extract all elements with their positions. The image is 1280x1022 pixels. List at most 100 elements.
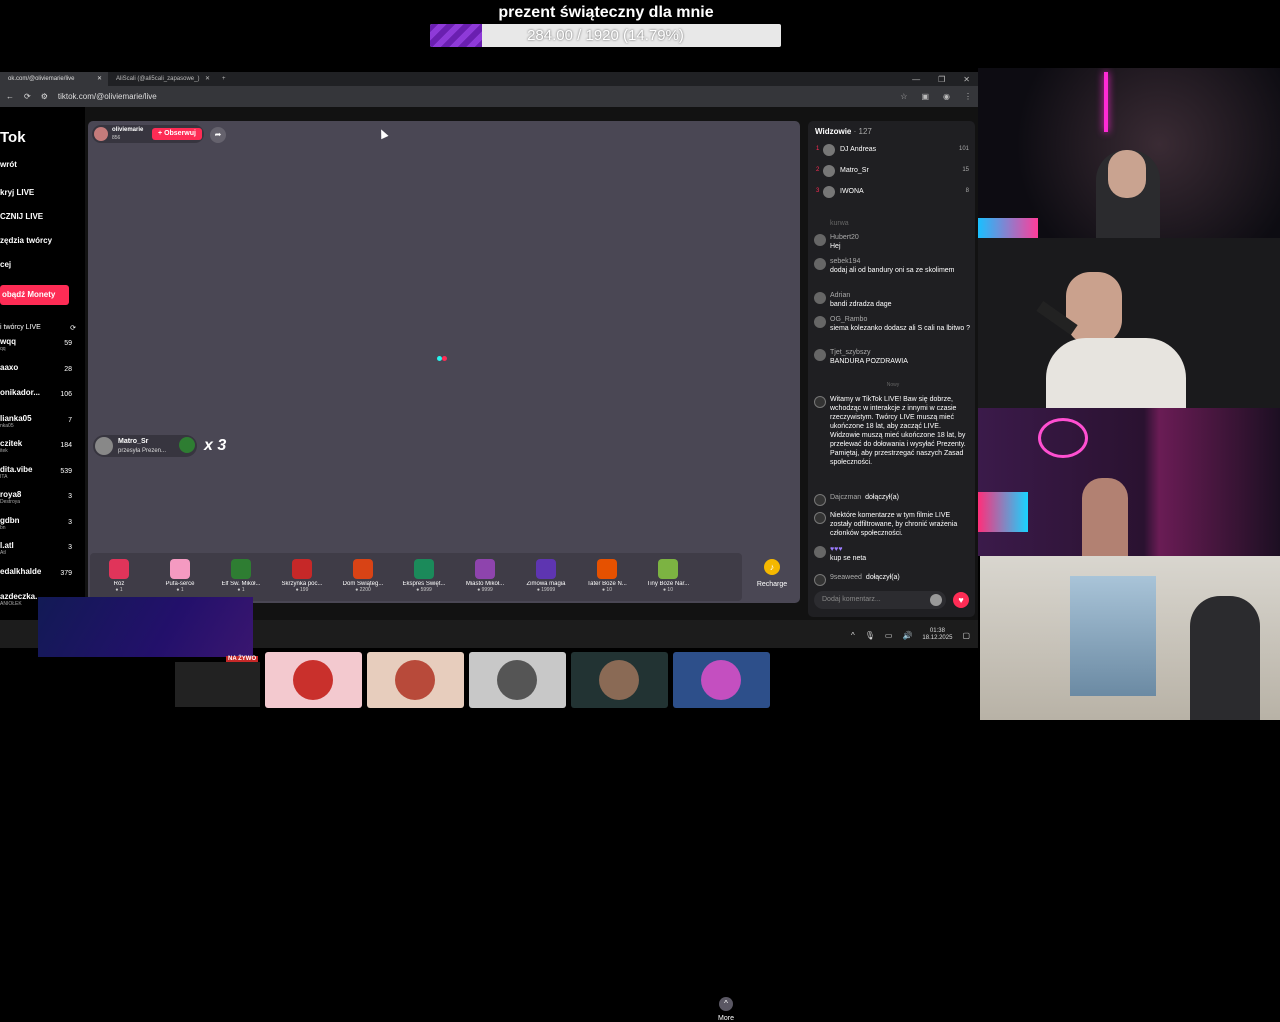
coin-icon: ♪ (764, 559, 780, 575)
creator-item[interactable]: wqq qq 59 (0, 337, 76, 352)
creator-item[interactable]: gdbn bn 3 (0, 516, 76, 531)
nav-discover-live[interactable]: kryj LIVE (0, 188, 34, 197)
gift-sender: Matro_Sr (118, 438, 149, 445)
webcam-3 (978, 408, 1280, 556)
gift-item[interactable]: Miasto Mikoł... ● 9999 (456, 559, 514, 593)
network-icon[interactable]: ▭ (885, 631, 893, 640)
creator-viewer-count: 3 (68, 518, 72, 526)
host-avatar[interactable] (94, 127, 108, 141)
close-window-icon[interactable]: ✕ (963, 75, 970, 84)
creator-item[interactable]: onikador... 106 (0, 388, 76, 398)
creator-item[interactable]: lianka05 nka05 7 (0, 414, 76, 429)
creator-item[interactable]: l.atl Atl 3 (0, 541, 76, 556)
top-viewer-row[interactable]: 2 Matro_Sr 15 (816, 164, 971, 178)
avatar (95, 437, 113, 455)
viewer-score: 101 (958, 146, 969, 152)
heart-icon[interactable]: ♥ (953, 592, 969, 608)
maximize-icon[interactable]: ❐ (938, 75, 945, 84)
viewers-header[interactable]: Widzowie · 127 (815, 127, 872, 136)
webcam-4 (980, 556, 1280, 720)
gift-price: ● 10 (663, 587, 673, 593)
reload-icon[interactable]: ⟳ (24, 92, 31, 101)
gift-item[interactable]: Dom Świąteg... ● 2200 (334, 559, 392, 593)
participant-thumb[interactable] (367, 652, 464, 708)
share-icon[interactable]: ➦ (210, 127, 226, 143)
chevron-up-icon[interactable]: ^ (851, 631, 855, 640)
gift-price-value: 10 (606, 587, 612, 593)
tiktok-logo[interactable]: Tok (0, 129, 26, 146)
recharge-button[interactable]: ♪ Recharge (748, 559, 796, 588)
system-notice: Witamy w TikTok LIVE! Baw się dobrze, wc… (814, 395, 972, 467)
gift-item[interactable]: Skrzynka poc... ● 199 (273, 559, 331, 593)
close-tab-icon[interactable]: ✕ (205, 72, 210, 86)
top-viewer-row[interactable]: 3 IWONA 8 (816, 185, 971, 199)
notifications-icon[interactable]: ▢ (962, 631, 970, 640)
participant-thumb[interactable] (571, 652, 668, 708)
live-video[interactable]: oliviemarie 856 + Obserwuj ➦ Matro_Sr pr… (88, 121, 800, 1022)
profile-icon[interactable]: ◉ (943, 92, 950, 101)
tab-aliscali[interactable]: AliScali (@ali5cali_zapasowe_) ✕ (108, 72, 216, 86)
nav-go-live[interactable]: CZNIJ LIVE (0, 212, 43, 221)
chat-author: Hubert20 (830, 234, 859, 241)
nav-more[interactable]: cej (0, 260, 11, 269)
volume-icon[interactable]: 🔊 (902, 631, 912, 640)
menu-kebab-icon[interactable]: ⋮ (964, 92, 972, 101)
host-card[interactable]: oliviemarie 856 + Obserwuj (92, 125, 204, 143)
site-info-icon[interactable]: ⚙ (41, 92, 48, 101)
chat-message: sebek194 dodaj ali od bandury oni sa ze s… (814, 257, 972, 275)
gift-price: ● 1 (115, 587, 123, 593)
url-input[interactable]: tiktok.com/@oliviemarie/live (58, 92, 890, 101)
join-icon (814, 574, 826, 586)
participant-thumb[interactable] (265, 652, 362, 708)
viewer-score: 8 (965, 188, 969, 194)
participant-thumb[interactable] (673, 652, 770, 708)
gift-text: przesyła Prezen... (118, 448, 167, 454)
creator-item[interactable]: czitek itek 184 (0, 439, 76, 454)
mic-icon[interactable]: 🎙 (865, 631, 875, 640)
gift-item[interactable]: Elf Św. Mikoł... ● 1 (212, 559, 270, 593)
gift-price-value: 9999 (481, 587, 493, 593)
bookmark-star-icon[interactable]: ☆ (900, 92, 907, 101)
extensions-icon[interactable]: ▣ (921, 92, 929, 101)
creator-name: lianka05 (0, 413, 32, 423)
gift-item[interactable]: Ekspres Święt... ● 5999 (395, 559, 453, 593)
viewer-rank: 3 (816, 188, 820, 194)
follow-button[interactable]: + Obserwuj (152, 128, 202, 140)
join-icon (814, 494, 826, 506)
close-tab-icon[interactable]: ✕ (97, 72, 102, 86)
avatar (293, 660, 333, 700)
join-message: 9seaweed dołączył(a) (814, 573, 972, 586)
emoji-icon[interactable] (930, 594, 942, 606)
participant-thumb[interactable] (469, 652, 566, 708)
comment-input[interactable]: Dodaj komentarz... (814, 591, 946, 609)
recharge-label: Recharge (756, 581, 788, 588)
clock[interactable]: 01:38 18.12.2025 (922, 628, 952, 642)
minimize-icon[interactable]: — (912, 75, 920, 84)
gift-item[interactable]: Róż ● 1 (90, 559, 148, 593)
refresh-icon[interactable]: ⟳ (70, 324, 76, 332)
nav-creator-tools[interactable]: zędzia twórcy (0, 236, 52, 245)
top-viewer-row[interactable]: 1 DJ Andreas 101 (816, 143, 971, 157)
tab-tiktok-live[interactable]: ok.com/@oliviemarie/live ✕ (0, 72, 108, 86)
gift-item[interactable]: Pufa-serce ● 1 (151, 559, 209, 593)
creator-item[interactable]: roya8 Destroya 3 (0, 490, 76, 505)
get-coins-button[interactable]: obądź Monety (0, 285, 69, 305)
gift-price-value: 5999 (420, 587, 432, 593)
gift-item[interactable]: Tiny Boże Nar... ● 10 (639, 559, 697, 593)
creator-item[interactable]: edalkhalde 379 (0, 567, 76, 577)
new-tab-icon[interactable]: + (216, 76, 232, 82)
back-icon[interactable]: ← (6, 92, 14, 101)
chat-text: siema kolezanko dodasz ali S cali na lbi… (830, 325, 971, 332)
gift-item[interactable]: Zimowa magia ● 19999 (517, 559, 575, 593)
more-label: More (718, 1015, 734, 1022)
creator-item[interactable]: aaxo 28 (0, 363, 76, 373)
creator-item[interactable]: dita.vibe ITA 539 (0, 465, 76, 480)
more-gifts-button[interactable]: ^ More (710, 997, 742, 1022)
avatar (814, 292, 826, 304)
nav-back[interactable]: wrót (0, 160, 17, 169)
gift-price: ● 19999 (536, 587, 556, 593)
gift-item[interactable]: Tater Boże N... ● 10 (578, 559, 636, 593)
gift-icon (231, 559, 251, 579)
gift-icon (414, 559, 434, 579)
creator-viewer-count: 184 (60, 442, 72, 449)
